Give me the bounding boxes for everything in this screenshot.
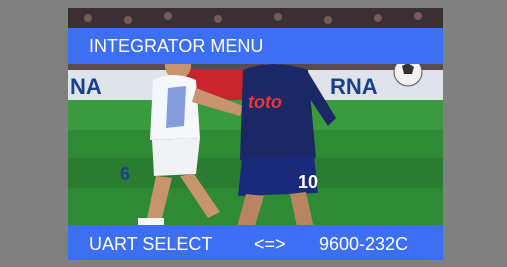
osd-menu-header: INTEGRATOR MENU bbox=[68, 28, 443, 64]
video-frame: NA RNA 6 toto 10 INTEGRATOR MENU UART SE… bbox=[68, 8, 443, 260]
banner-text-right: RNA bbox=[330, 74, 378, 99]
setting-adjust-arrows[interactable]: <=> bbox=[254, 235, 319, 253]
menu-title: INTEGRATOR MENU bbox=[89, 36, 264, 56]
banner-text-left: NA bbox=[70, 74, 102, 99]
shirt-sponsor-text: toto bbox=[248, 92, 282, 112]
setting-value: 9600-232C bbox=[319, 233, 409, 254]
shirt-number-left: 6 bbox=[120, 164, 130, 184]
osd-setting-row[interactable]: UART SELECT <=> 9600-232C bbox=[68, 225, 443, 260]
shirt-number-right: 10 bbox=[298, 172, 318, 192]
setting-name: UART SELECT bbox=[89, 233, 213, 254]
monitor-screen: NA RNA 6 toto 10 INTEGRATOR MENU UART SE… bbox=[0, 0, 507, 267]
